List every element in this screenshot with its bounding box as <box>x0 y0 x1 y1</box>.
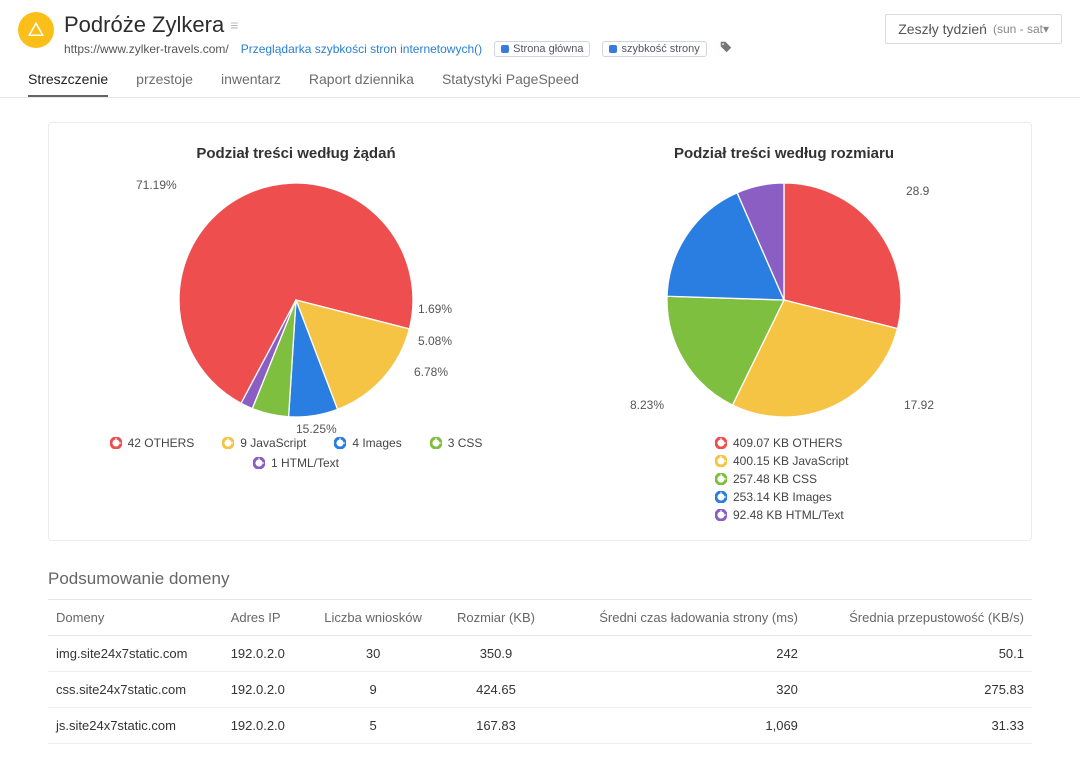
legend-item: 253.14 KB Images <box>715 490 832 504</box>
table-cell: 242 <box>552 636 806 672</box>
callout: 8.23% <box>630 398 664 412</box>
table-header: Średnia przepustowość (KB/s) <box>806 600 1032 636</box>
legend: 409.07 KB OTHERS 400.15 KB JavaScript 257.… <box>715 436 1003 522</box>
logo-icon <box>18 12 54 48</box>
table-cell: js.site24x7static.com <box>48 708 223 744</box>
table-row: js.site24x7static.com192.0.2.05167.831,0… <box>48 708 1032 744</box>
table-header: Adres IP <box>223 600 306 636</box>
browser-link[interactable]: Przeglądarka szybkości stron internetowy… <box>241 42 482 56</box>
tab-summary[interactable]: Streszczenie <box>28 71 108 97</box>
domain-table: DomenyAdres IPLiczba wnioskówRozmiar (KB… <box>48 599 1032 744</box>
chip-pagespeed[interactable]: szybkość strony <box>602 41 706 57</box>
chart-title: Podział treści według żądań <box>77 145 515 162</box>
legend-item: 1 HTML/Text <box>253 456 339 470</box>
table-cell: 50.1 <box>806 636 1032 672</box>
table-cell: 192.0.2.0 <box>223 672 306 708</box>
table-cell: 5 <box>306 708 440 744</box>
legend: 42 OTHERS 9 JavaScript 4 Images 3 CSS 1 HTML… <box>77 436 515 470</box>
table-cell: 1,069 <box>552 708 806 744</box>
period-label: Zeszły tydzień <box>898 21 987 37</box>
table-cell: 275.83 <box>806 672 1032 708</box>
table-cell: 31.33 <box>806 708 1032 744</box>
callout: 71.19% <box>136 178 177 192</box>
table-cell: 192.0.2.0 <box>223 708 306 744</box>
callout: 5.08% <box>418 334 452 348</box>
menu-icon[interactable]: ≡ <box>230 20 238 30</box>
tab-inventory[interactable]: inwentarz <box>221 71 281 97</box>
table-cell: css.site24x7static.com <box>48 672 223 708</box>
page-header: Podróże Zylkera ≡ https://www.zylker-tra… <box>0 0 1080 57</box>
chart-size: Podział treści według rozmiaru 28.9 8.23… <box>565 145 1003 522</box>
site-url: https://www.zylker-travels.com/ <box>64 42 229 56</box>
table-header: Liczba wniosków <box>306 600 440 636</box>
chip-homepage[interactable]: Strona główna <box>494 41 590 57</box>
domain-summary: Podsumowanie domeny DomenyAdres IPLiczba… <box>48 569 1032 744</box>
period-range: (sun - sat▾ <box>993 22 1049 36</box>
table-row: css.site24x7static.com192.0.2.09424.6532… <box>48 672 1032 708</box>
chart-title: Podział treści według rozmiaru <box>565 145 1003 162</box>
pie-chart-size <box>654 170 914 430</box>
table-heading: Podsumowanie domeny <box>48 569 1032 589</box>
table-header: Średni czas ładowania strony (ms) <box>552 600 806 636</box>
callout: 1.69% <box>418 302 452 316</box>
tag-icon[interactable] <box>719 40 733 57</box>
table-cell: 30 <box>306 636 440 672</box>
legend-item: 409.07 KB OTHERS <box>715 436 842 450</box>
table-row: img.site24x7static.com192.0.2.030350.924… <box>48 636 1032 672</box>
table-header: Rozmiar (KB) <box>440 600 551 636</box>
chart-requests: Podział treści według żądań 71.19% 15.25… <box>77 145 515 522</box>
chip-label: szybkość strony <box>621 43 699 55</box>
callout: 17.92 <box>904 398 934 412</box>
legend-item: 3 CSS <box>430 436 483 450</box>
table-cell: img.site24x7static.com <box>48 636 223 672</box>
table-cell: 192.0.2.0 <box>223 636 306 672</box>
table-cell: 9 <box>306 672 440 708</box>
legend-item: 257.48 KB CSS <box>715 472 817 486</box>
callout: 28.9 <box>906 184 929 198</box>
period-selector[interactable]: Zeszły tydzień (sun - sat▾ <box>885 14 1062 44</box>
legend-item: 400.15 KB JavaScript <box>715 454 848 468</box>
table-header: Domeny <box>48 600 223 636</box>
pie-chart-requests <box>166 170 426 430</box>
table-cell: 350.9 <box>440 636 551 672</box>
table-cell: 320 <box>552 672 806 708</box>
table-cell: 167.83 <box>440 708 551 744</box>
tabs: Streszczenie przestoje inwentarz Raport … <box>0 57 1080 98</box>
charts-card: Podział treści według żądań 71.19% 15.25… <box>48 122 1032 541</box>
legend-item: 9 JavaScript <box>222 436 306 450</box>
legend-item: 4 Images <box>334 436 401 450</box>
table-cell: 424.65 <box>440 672 551 708</box>
tab-pagespeed[interactable]: Statystyki PageSpeed <box>442 71 579 97</box>
tab-log-report[interactable]: Raport dziennika <box>309 71 414 97</box>
legend-item: 42 OTHERS <box>110 436 195 450</box>
callout: 15.25% <box>296 422 337 436</box>
tab-downtime[interactable]: przestoje <box>136 71 193 97</box>
chip-label: Strona główna <box>513 43 583 55</box>
legend-item: 92.48 KB HTML/Text <box>715 508 844 522</box>
callout: 6.78% <box>414 365 448 379</box>
page-title: Podróże Zylkera <box>64 12 224 38</box>
